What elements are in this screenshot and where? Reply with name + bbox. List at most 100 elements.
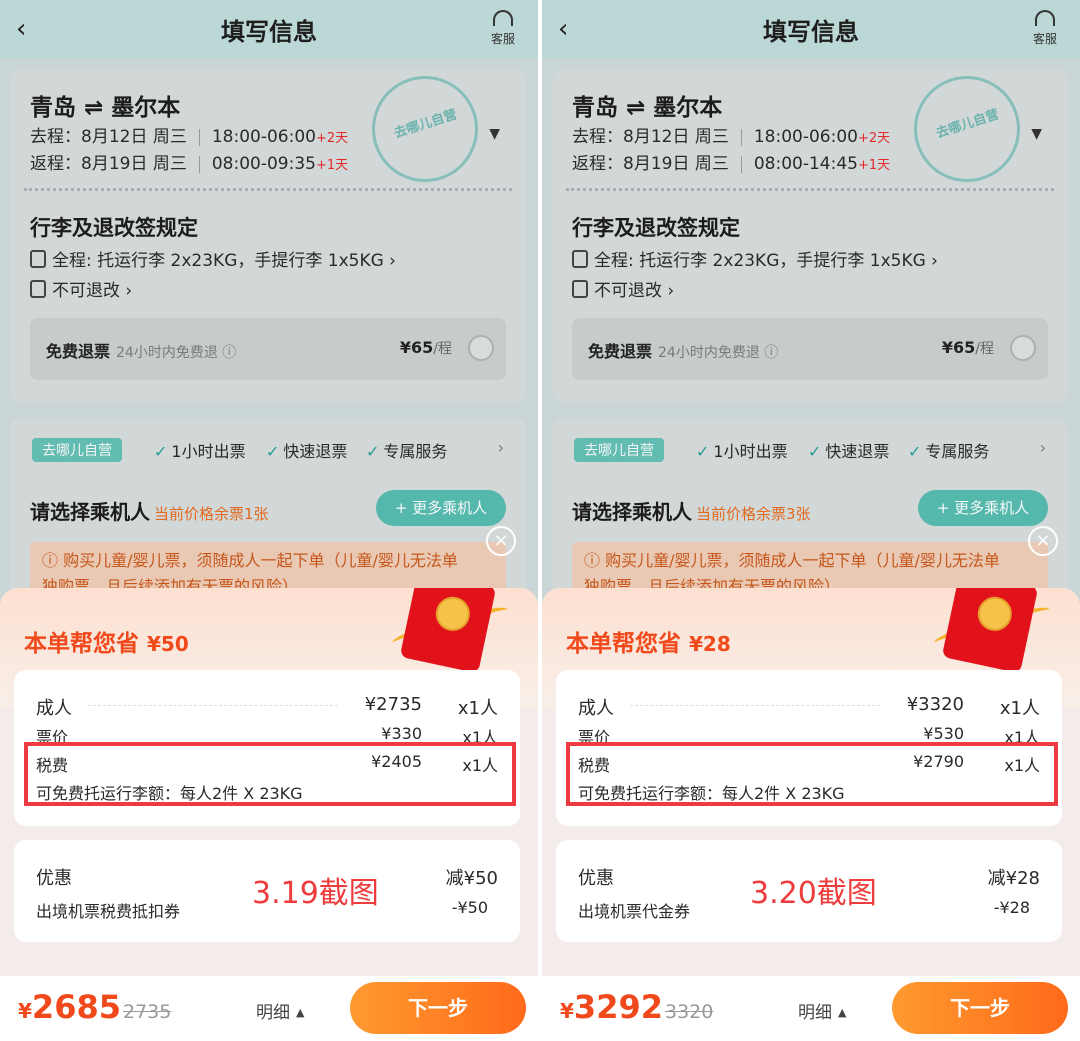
outbound-leg: 去程：8月12日 周三 18:00-06:00+2天: [572, 122, 890, 147]
stamp-icon: 去哪儿自营: [914, 76, 1020, 182]
passenger-card: 去哪儿自营 ✓ 1小时出票 ✓ 快速退票 ✓ 专属服务 › 请选择乘机人 当前价格余票3…: [552, 418, 1068, 612]
free-refund-radio[interactable]: [1010, 335, 1036, 361]
header: ‹ 填写信息 客服: [542, 0, 1080, 58]
remaining-tickets: 当前价格余票1张: [154, 505, 269, 523]
coupon-label: 出境机票代金券: [578, 902, 691, 921]
return-day-offset: +1天: [315, 158, 349, 173]
feature-label: 快速退票: [283, 442, 348, 461]
savings-title: 本单帮您省 ¥28: [566, 624, 731, 658]
close-icon[interactable]: ×: [486, 526, 516, 556]
currency-symbol: ¥: [560, 999, 574, 1023]
leg-divider: [198, 155, 200, 173]
bottom-bar: ¥2685 2735 明细 ▲ 下一步: [0, 976, 538, 1041]
price-detail-popup: 本单帮您省 ¥50 成人 ¥2735 x1人 票价 ¥330 x1人 税费 ¥2405 x1…: [0, 588, 538, 1041]
savings-amount: ¥50: [147, 632, 189, 656]
free-refund-option[interactable]: 免费退票 24小时内免费退 ⓘ ¥65/程: [572, 318, 1048, 380]
check-icon: ✓: [908, 442, 922, 461]
feature-item: ✓ 专属服务: [366, 438, 447, 462]
stamp-text: 去哪儿自营: [392, 107, 459, 142]
return-date: 返程：8月19日 周三: [572, 154, 729, 174]
close-icon[interactable]: ×: [1028, 526, 1058, 556]
expand-triangle-icon[interactable]: ▼: [1031, 126, 1042, 142]
check-icon: ✓: [808, 442, 822, 461]
refund-rule-link[interactable]: 不可退改 ›: [30, 276, 132, 301]
highlight-box: [566, 742, 1058, 806]
check-icon: ✓: [154, 442, 168, 461]
remaining-tickets: 当前价格余票3张: [696, 505, 811, 523]
chevron-right-icon[interactable]: ›: [1040, 438, 1046, 457]
feature-item: ✓ 1小时出票: [696, 438, 788, 462]
highlight-box: [24, 742, 516, 806]
screenshot-date-note: 3.20截图: [750, 876, 877, 911]
check-icon: ✓: [366, 442, 380, 461]
coupon-value: -¥28: [993, 898, 1030, 917]
leg-divider: [740, 155, 742, 173]
free-refund-sub: 24小时内免费退 ⓘ: [116, 345, 237, 361]
route-title: 青岛 ⇌ 墨尔本: [30, 95, 181, 121]
return-date: 返程：8月19日 周三: [30, 154, 187, 174]
screenshot-date-note: 3.19截图: [252, 876, 379, 911]
self-operated-badge: 去哪儿自营: [32, 438, 122, 462]
feature-item: ✓ 1小时出票: [154, 438, 246, 462]
original-price: 3320: [664, 1001, 714, 1023]
customer-service-button[interactable]: 客服: [486, 10, 520, 47]
adult-row: 成人 ¥2735 x1人: [36, 694, 498, 720]
customer-service-label: 客服: [1032, 32, 1057, 46]
expand-triangle-icon[interactable]: ▼: [489, 126, 500, 142]
adult-price: ¥2735: [364, 694, 422, 715]
refund-rule-link[interactable]: 不可退改 ›: [572, 276, 674, 301]
route-title: 青岛 ⇌ 墨尔本: [572, 95, 723, 121]
free-refund-title: 免费退票: [46, 342, 111, 361]
free-refund-option[interactable]: 免费退票 24小时内免费退 ⓘ ¥65/程: [30, 318, 506, 380]
next-step-button[interactable]: 下一步: [350, 982, 526, 1034]
adult-row: 成人 ¥3320 x1人: [578, 694, 1040, 720]
free-refund-sub: 24小时内免费退 ⓘ: [658, 345, 779, 361]
more-passengers-button[interactable]: + 更多乘机人: [376, 490, 506, 526]
return-leg: 返程：8月19日 周三 08:00-14:45+1天: [572, 149, 890, 174]
coupon-value: -¥50: [451, 898, 488, 917]
feature-item: ✓ 快速退票: [266, 438, 347, 462]
ticket-price: ¥530: [923, 724, 964, 743]
stamp-icon: 去哪儿自营: [372, 76, 478, 182]
check-icon: ✓: [696, 442, 710, 461]
baggage-allowance-link[interactable]: 全程: 托运行李 2x23KG，手提行李 1x5KG ›: [572, 246, 938, 271]
adult-qty: x1人: [999, 698, 1040, 719]
flight-info-card: 去哪儿自营 青岛 ⇌ 墨尔本 去程：8月12日 周三 18:00-06:00+2天…: [10, 70, 526, 402]
discount-label: 优惠: [578, 868, 614, 889]
outbound-leg: 去程：8月12日 周三 18:00-06:00+2天: [30, 122, 348, 147]
leg-divider: [740, 128, 742, 146]
free-refund-radio[interactable]: [468, 335, 494, 361]
yuan-icon: [572, 280, 588, 298]
feature-label: 快速退票: [825, 442, 890, 461]
baggage-allowance-text: 全程: 托运行李 2x23KG，手提行李 1x5KG ›: [52, 251, 396, 271]
savings-amount: ¥28: [689, 632, 731, 656]
detail-toggle[interactable]: 明细 ▲: [256, 998, 304, 1023]
passenger-title-text: 请选择乘机人: [30, 500, 150, 524]
self-operated-badge: 去哪儿自营: [574, 438, 664, 462]
customer-service-button[interactable]: 客服: [1028, 10, 1062, 47]
bottom-bar: ¥3292 3320 明细 ▲ 下一步: [542, 976, 1080, 1041]
baggage-allowance-link[interactable]: 全程: 托运行李 2x23KG，手提行李 1x5KG ›: [30, 246, 396, 271]
coin-icon: [974, 593, 1015, 634]
return-time: 08:00-14:45: [753, 154, 858, 174]
free-refund-title: 免费退票: [588, 342, 653, 361]
total-amount: 3292: [573, 988, 663, 1026]
return-day-offset: +1天: [857, 158, 891, 173]
baggage-allowance-text: 全程: 托运行李 2x23KG，手提行李 1x5KG ›: [594, 251, 938, 271]
headset-icon: [493, 10, 513, 26]
free-refund-price: ¥65/程: [942, 338, 994, 358]
feature-item: ✓ 专属服务: [908, 438, 989, 462]
next-step-button[interactable]: 下一步: [892, 982, 1068, 1034]
discount-value: 减¥50: [445, 868, 498, 889]
free-refund-amount: ¥65: [399, 338, 434, 357]
coin-icon: [432, 593, 473, 634]
customer-service-label: 客服: [490, 32, 515, 46]
chevron-right-icon[interactable]: ›: [498, 438, 504, 457]
more-passengers-button[interactable]: + 更多乘机人: [918, 490, 1048, 526]
free-refund-label: 免费退票 24小时内免费退 ⓘ: [46, 338, 236, 362]
outbound-time: 18:00-06:00: [753, 127, 858, 147]
adult-label: 成人: [36, 698, 72, 719]
flight-info-card: 去哪儿自营 青岛 ⇌ 墨尔本 去程：8月12日 周三 18:00-06:00+2天…: [552, 70, 1068, 402]
leg-divider: [198, 128, 200, 146]
detail-toggle[interactable]: 明细 ▲: [798, 998, 846, 1023]
